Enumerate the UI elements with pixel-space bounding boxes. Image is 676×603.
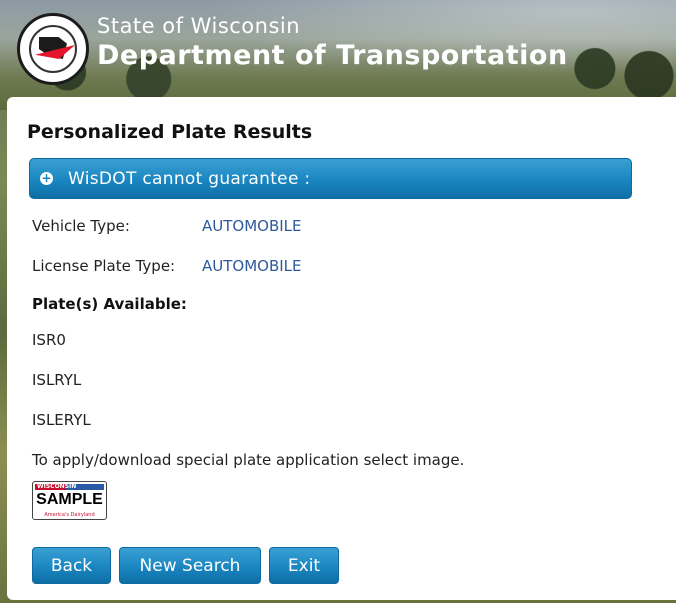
plate-item: ISLRYL	[32, 371, 82, 389]
header-titles: State of Wisconsin Department of Transpo…	[97, 14, 568, 71]
back-button[interactable]: Back	[32, 547, 111, 584]
plate-tagline: America's Dairyland	[44, 512, 95, 518]
sample-plate-image-link[interactable]: WISCONSIN SAMPLE America's Dairyland	[32, 481, 107, 520]
new-search-button[interactable]: New Search	[119, 547, 261, 584]
page-title: Personalized Plate Results	[27, 121, 313, 143]
wisdot-seal-logo	[17, 13, 89, 85]
vehicle-type-value: AUTOMOBILE	[202, 217, 302, 235]
exit-button[interactable]: Exit	[269, 547, 339, 584]
plate-item: ISLERYL	[32, 411, 91, 429]
state-name: State of Wisconsin	[97, 14, 301, 38]
plate-type-label: License Plate Type:	[32, 257, 176, 275]
plates-available-label: Plate(s) Available:	[32, 295, 187, 313]
guarantee-notice-toggle[interactable]: + WisDOT cannot guarantee :	[29, 158, 632, 199]
plate-item: ISR0	[32, 331, 66, 349]
plus-circle-icon: +	[40, 171, 53, 185]
results-panel: Personalized Plate Results + WisDOT cann…	[7, 97, 676, 600]
vehicle-type-label: Vehicle Type:	[32, 217, 130, 235]
notice-text: WisDOT cannot guarantee :	[68, 168, 311, 189]
apply-instructions: To apply/download special plate applicat…	[32, 451, 465, 469]
department-name: Department of Transportation	[97, 40, 568, 71]
plate-type-value: AUTOMOBILE	[202, 257, 302, 275]
seal-emblem	[29, 25, 77, 73]
header-banner: State of Wisconsin Department of Transpo…	[0, 0, 676, 110]
plate-sample-text: SAMPLE	[36, 491, 103, 508]
plate-brand: WISCONSIN	[37, 483, 77, 490]
